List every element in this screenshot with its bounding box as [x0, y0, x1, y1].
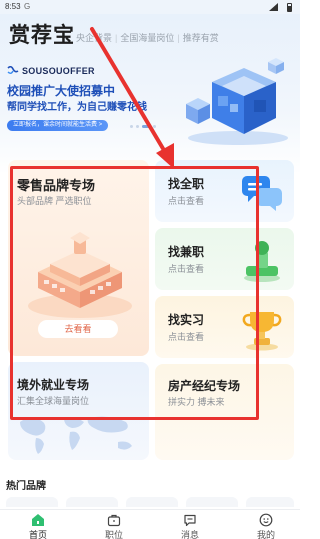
profile-icon — [259, 513, 273, 527]
card-subtitle: 汇集全球海量岗位 — [17, 396, 90, 406]
card-title: 找兼职 — [168, 245, 205, 259]
tagline: 全国海量岗位 — [120, 33, 175, 43]
full-time-card[interactable]: 找全职 点击查看 — [155, 160, 294, 222]
card-title: 零售品牌专场 — [17, 178, 96, 193]
shopping-mall-illustration — [28, 232, 132, 318]
status-bar: 8:53 G — [0, 0, 300, 14]
banner-title: 校园推广大使招募中 — [7, 84, 116, 98]
battery-icon — [287, 3, 292, 12]
carousel-dot[interactable] — [136, 125, 139, 128]
carousel-dot[interactable] — [130, 125, 133, 128]
brand-tile[interactable] — [246, 497, 294, 507]
card-subtitle: 点击查看 — [168, 196, 205, 206]
tab-label: 消息 — [180, 530, 199, 539]
part-time-card[interactable]: 找兼职 点击查看 — [155, 228, 294, 290]
overseas-jobs-card[interactable]: 境外就业专场 汇集全球海量岗位 — [8, 362, 149, 460]
carousel-dot[interactable] — [153, 125, 156, 128]
signal-icon — [269, 3, 278, 11]
tab-home[interactable]: 首页 — [8, 510, 68, 539]
card-subtitle: 拼实力 搏未来 — [168, 397, 225, 407]
carousel-dot-active[interactable] — [142, 125, 150, 128]
trophy-icon — [242, 312, 282, 351]
card-title: 境外就业专场 — [17, 378, 90, 392]
sousouoffer-logo-icon — [7, 66, 19, 74]
card-title: 找实习 — [168, 313, 205, 327]
card-subtitle: 点击查看 — [168, 332, 205, 342]
tab-label: 首页 — [28, 530, 47, 539]
world-map-illustration — [20, 416, 132, 454]
tagline: 央企背景 — [76, 33, 113, 43]
brand-tile[interactable] — [186, 497, 238, 507]
banner-brand: SOUSOUOFFER — [22, 66, 95, 76]
internship-card[interactable]: 找实习 点击查看 — [155, 296, 294, 358]
tagline: 推荐有赏 — [182, 33, 219, 43]
card-subtitle: 点击查看 — [168, 264, 205, 274]
card-title: 房产经纪专场 — [168, 379, 241, 393]
retail-brand-card[interactable]: 零售品牌专场 头部品牌 严选职位 去看看 — [8, 160, 149, 356]
home-icon — [32, 514, 44, 526]
app-title: 赏荐宝 — [9, 24, 75, 47]
status-time: 8:53 — [5, 2, 21, 11]
chat-bubbles-icon — [242, 176, 282, 211]
stamp-icon — [244, 241, 280, 282]
tab-messages[interactable]: 消息 — [160, 510, 220, 539]
tab-jobs[interactable]: 职位 — [84, 510, 144, 539]
briefcase-icon — [107, 514, 121, 527]
brand-tile[interactable] — [6, 497, 58, 507]
card-subtitle: 头部品牌 严选职位 — [17, 196, 92, 206]
real-estate-agent-card[interactable]: 房产经纪专场 拼实力 搏未来 — [155, 364, 294, 460]
banner-signup-button[interactable]: 立即报名，课余时间就能生活费 > — [7, 120, 109, 131]
banner-cube-illustration — [186, 58, 288, 145]
bottom-tab-bar: 首页 职位 消息 我的 — [0, 509, 300, 539]
brand-tile[interactable] — [126, 497, 178, 507]
retail-go-see-button[interactable]: 去看看 — [38, 320, 118, 338]
hot-brands-heading: 热门品牌 — [6, 481, 46, 492]
tab-label: 我的 — [256, 530, 275, 539]
carousel-dots[interactable] — [130, 125, 170, 129]
brand-tile[interactable] — [66, 497, 118, 507]
tab-label: 职位 — [104, 530, 123, 539]
banner-subtitle: 帮同学找工作，为自己赚零花钱 — [7, 102, 147, 113]
tab-profile[interactable]: 我的 — [236, 510, 296, 539]
message-icon — [184, 514, 196, 527]
header-taglines: 央企背景 | 全国海量岗位 | 推荐有赏 — [76, 33, 219, 43]
network-g-icon: G — [24, 2, 31, 11]
card-title: 找全职 — [168, 177, 205, 191]
